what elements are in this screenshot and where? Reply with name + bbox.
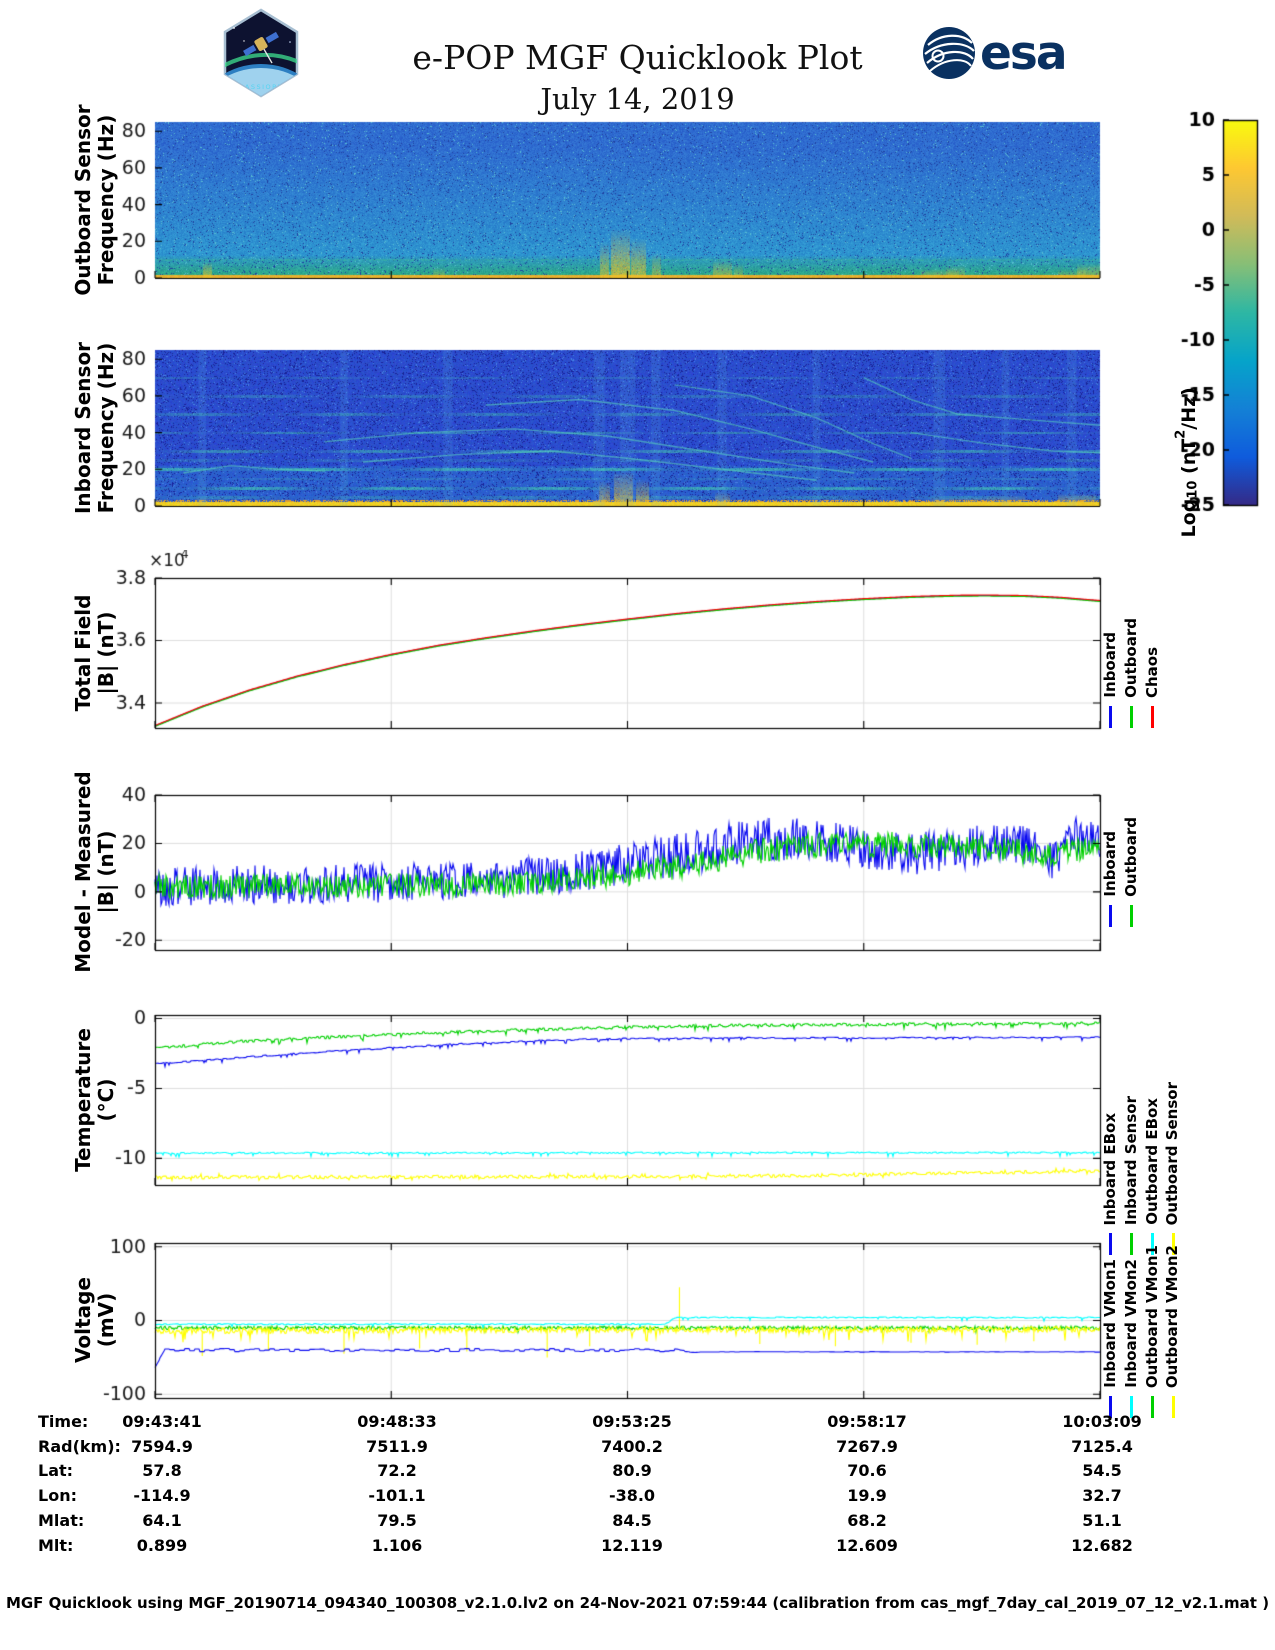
- table-cell: 80.9: [557, 1461, 707, 1480]
- colorbar-label: Log10 (nT2/Hz): [1174, 387, 1201, 537]
- table-cell: 19.9: [792, 1486, 942, 1505]
- legend-label: Outboard VMon2: [1165, 1245, 1181, 1388]
- legend-entry: Outboard EBox: [1145, 1098, 1161, 1255]
- table-cell: 79.5: [322, 1511, 472, 1530]
- voltage-legend: Inboard VMon1 Inboard VMon2 Outboard VMon1…: [1103, 1243, 1181, 1418]
- table-cell: 10:03:09: [1027, 1412, 1177, 1431]
- table-cell: -38.0: [557, 1486, 707, 1505]
- legend-label: Inboard: [1103, 831, 1119, 897]
- table-cell: 12.119: [557, 1536, 707, 1555]
- esa-globe-icon: [922, 26, 976, 80]
- temperature-canvas: [85, 987, 1108, 1193]
- legend-swatch: [1109, 706, 1112, 728]
- legend-swatch: [1130, 706, 1133, 728]
- legend-label: Outboard EBox: [1145, 1098, 1161, 1225]
- legend-swatch: [1130, 905, 1133, 927]
- table-cell: 32.7: [1027, 1486, 1177, 1505]
- total-field-legend: Inboard Outboard Chaos: [1103, 578, 1160, 728]
- quicklook-page: CASSIOPE e-POP MGF Quicklook Plot July 1…: [0, 0, 1275, 1650]
- table-cell: 70.6: [792, 1461, 942, 1480]
- table-row-label: Mlat:: [38, 1511, 84, 1530]
- inboard-spectrogram-canvas: [85, 322, 1108, 514]
- table-cell: 84.5: [557, 1511, 707, 1530]
- table-cell: -101.1: [322, 1486, 472, 1505]
- table-cell: 68.2: [792, 1511, 942, 1530]
- table-cell: 7267.9: [792, 1437, 942, 1456]
- legend-label: Outboard Sensor: [1165, 1082, 1181, 1225]
- table-cell: 7594.9: [87, 1437, 237, 1456]
- legend-swatch: [1151, 706, 1154, 728]
- outboard-spectrogram-canvas: [85, 94, 1108, 286]
- esa-logo: esa: [922, 26, 1066, 80]
- legend-label: Inboard: [1103, 632, 1119, 698]
- temperature-legend: Inboard EBox Inboard Sensor Outboard EBoxO…: [1103, 1015, 1181, 1255]
- model-measured-legend: Inboard Outboard: [1103, 795, 1140, 927]
- table-cell: 7125.4: [1027, 1437, 1177, 1456]
- legend-entry: Outboard: [1124, 817, 1140, 927]
- table-cell: 7400.2: [557, 1437, 707, 1456]
- legend-entry: Inboard: [1103, 831, 1119, 927]
- table-cell: 64.1: [87, 1511, 237, 1530]
- table-cell: 54.5: [1027, 1461, 1177, 1480]
- legend-entry: Inboard: [1103, 632, 1119, 728]
- table-cell: 1.106: [322, 1536, 472, 1555]
- legend-entry: Inboard VMon1: [1103, 1259, 1119, 1418]
- legend-label: Inboard VMon2: [1124, 1259, 1140, 1388]
- page-title: e-POP MGF Quicklook Plot: [0, 38, 1275, 77]
- legend-entry: Inboard VMon2: [1124, 1259, 1140, 1418]
- table-cell: 09:58:17: [792, 1412, 942, 1431]
- table-row-label: Time:: [38, 1412, 88, 1431]
- legend-entry: Inboard Sensor: [1124, 1096, 1140, 1255]
- table-cell: 72.2: [322, 1461, 472, 1480]
- footer-text: MGF Quicklook using MGF_20190714_094340_…: [0, 1594, 1275, 1612]
- legend-label: Outboard VMon1: [1145, 1245, 1161, 1388]
- table-row-label: Lat:: [38, 1461, 73, 1480]
- legend-label: Chaos: [1145, 647, 1161, 698]
- voltage-canvas: [85, 1215, 1108, 1406]
- table-row-label: Lon:: [38, 1486, 77, 1505]
- legend-label: Inboard EBox: [1103, 1113, 1119, 1225]
- legend-entry: Outboard VMon1: [1145, 1245, 1161, 1418]
- esa-logo-text: esa: [980, 30, 1066, 77]
- table-cell: 12.682: [1027, 1536, 1177, 1555]
- table-row-label: Mlt:: [38, 1536, 73, 1555]
- table-cell: 51.1: [1027, 1511, 1177, 1530]
- table-cell: 12.609: [792, 1536, 942, 1555]
- table-cell: 0.899: [87, 1536, 237, 1555]
- legend-label: Outboard: [1124, 618, 1140, 698]
- table-cell: 09:53:25: [557, 1412, 707, 1431]
- legend-label: Outboard: [1124, 817, 1140, 897]
- legend-entry: Outboard Sensor: [1165, 1082, 1181, 1255]
- colorbar-canvas: [1145, 100, 1270, 525]
- total-field-canvas: [85, 550, 1108, 736]
- table-cell: 09:43:41: [87, 1412, 237, 1431]
- table-cell: 57.8: [87, 1461, 237, 1480]
- legend-entry: Outboard: [1124, 618, 1140, 728]
- legend-entry: Inboard EBox: [1103, 1113, 1119, 1255]
- legend-entry: Outboard VMon2: [1165, 1245, 1181, 1418]
- table-cell: 09:48:33: [322, 1412, 472, 1431]
- legend-label: Inboard VMon1: [1103, 1259, 1119, 1388]
- table-cell: -114.9: [87, 1486, 237, 1505]
- legend-label: Inboard Sensor: [1124, 1096, 1140, 1225]
- table-cell: 7511.9: [322, 1437, 472, 1456]
- legend-entry: Chaos: [1145, 647, 1161, 728]
- legend-swatch: [1109, 905, 1112, 927]
- model-measured-canvas: [85, 767, 1108, 958]
